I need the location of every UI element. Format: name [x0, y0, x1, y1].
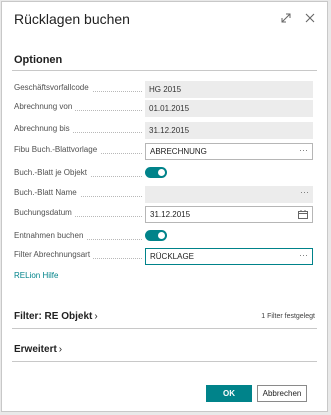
fibu-buch-blattvorlage-value: ABRECHNUNG	[150, 147, 207, 156]
field-label: Abrechnung bis	[14, 124, 142, 138]
lookup-ellipsis-icon[interactable]: ···	[300, 187, 309, 197]
field-buch-blatt-name: Buch.-Blatt Name ···	[14, 186, 315, 203]
field-label: Buch.-Blatt je Objekt	[14, 168, 142, 182]
erweitert-header[interactable]: Erweitert ›	[14, 344, 62, 355]
filter-re-objekt-section: Filter: RE Objekt › 1 Filter festgelegt	[12, 307, 317, 329]
field-buchungsdatum: Buchungsdatum 31.12.2015	[14, 206, 315, 223]
buch-blatt-je-objekt-toggle[interactable]	[145, 167, 167, 178]
geschaeftsvorfallcode-value: HG 2015	[145, 81, 313, 98]
fibu-buch-blattvorlage-input[interactable]: ABRECHNUNG ···	[145, 143, 313, 160]
expand-icon[interactable]	[279, 11, 293, 25]
field-label: Fibu Buch.-Blattvorlage	[14, 145, 142, 159]
field-label: Abrechnung von	[14, 102, 142, 116]
dialog-title: Rücklagen buchen	[14, 11, 130, 27]
filter-abrechnungsart-value: RÜCKLAGE	[150, 252, 195, 261]
buchungsdatum-input[interactable]: 31.12.2015	[145, 206, 313, 223]
erweitert-section: Erweitert ›	[12, 340, 317, 362]
buchungsdatum-value: 31.12.2015	[150, 210, 191, 219]
field-abrechnung-von: Abrechnung von 01.01.2015	[14, 100, 315, 117]
calendar-icon[interactable]	[298, 210, 308, 221]
title-bar: Rücklagen buchen	[2, 2, 327, 36]
field-label: Buch.-Blatt Name	[14, 188, 142, 202]
filter-abrechnungsart-input[interactable]: RÜCKLAGE ···	[145, 248, 313, 265]
abrechnung-bis-value: 31.12.2015	[145, 122, 313, 139]
buch-blatt-name-input[interactable]: ···	[145, 186, 313, 203]
relion-hilfe-link[interactable]: RELion Hilfe	[14, 271, 58, 280]
field-label: Buchungsdatum	[14, 208, 142, 222]
field-label: Geschäftsvorfallcode	[14, 83, 142, 97]
abrechnung-von-value: 01.01.2015	[145, 100, 313, 117]
dialog: Rücklagen buchen Optionen Geschäftsvorfa…	[1, 1, 328, 412]
lookup-ellipsis-icon[interactable]: ···	[299, 145, 308, 155]
field-buch-blatt-je-objekt: Buch.-Blatt je Objekt	[14, 166, 315, 183]
field-label: Entnahmen buchen	[14, 231, 142, 245]
section-divider	[12, 70, 317, 71]
cancel-button[interactable]: Abbrechen	[257, 385, 307, 402]
filter-count-label: 1 Filter festgelegt	[261, 313, 315, 320]
chevron-right-icon: ›	[58, 344, 63, 355]
lookup-ellipsis-icon[interactable]: ···	[299, 250, 308, 260]
field-abrechnung-bis: Abrechnung bis 31.12.2015	[14, 122, 315, 139]
field-geschaeftsvorfallcode: Geschäftsvorfallcode HG 2015	[14, 81, 315, 98]
chevron-right-icon: ›	[94, 311, 98, 322]
close-icon[interactable]	[303, 11, 317, 25]
ok-button[interactable]: OK	[206, 385, 252, 402]
field-entnahmen-buchen: Entnahmen buchen	[14, 229, 315, 246]
field-filter-abrechnungsart: Filter Abrechnungsart RÜCKLAGE ···	[14, 248, 315, 265]
section-title-optionen[interactable]: Optionen	[14, 54, 62, 66]
field-label: Filter Abrechnungsart	[14, 250, 142, 264]
entnahmen-buchen-toggle[interactable]	[145, 230, 167, 241]
field-fibu-buch-blattvorlage: Fibu Buch.-Blattvorlage ABRECHNUNG ···	[14, 143, 315, 160]
window-controls	[279, 11, 317, 25]
filter-re-objekt-header[interactable]: Filter: RE Objekt ›	[14, 311, 98, 322]
